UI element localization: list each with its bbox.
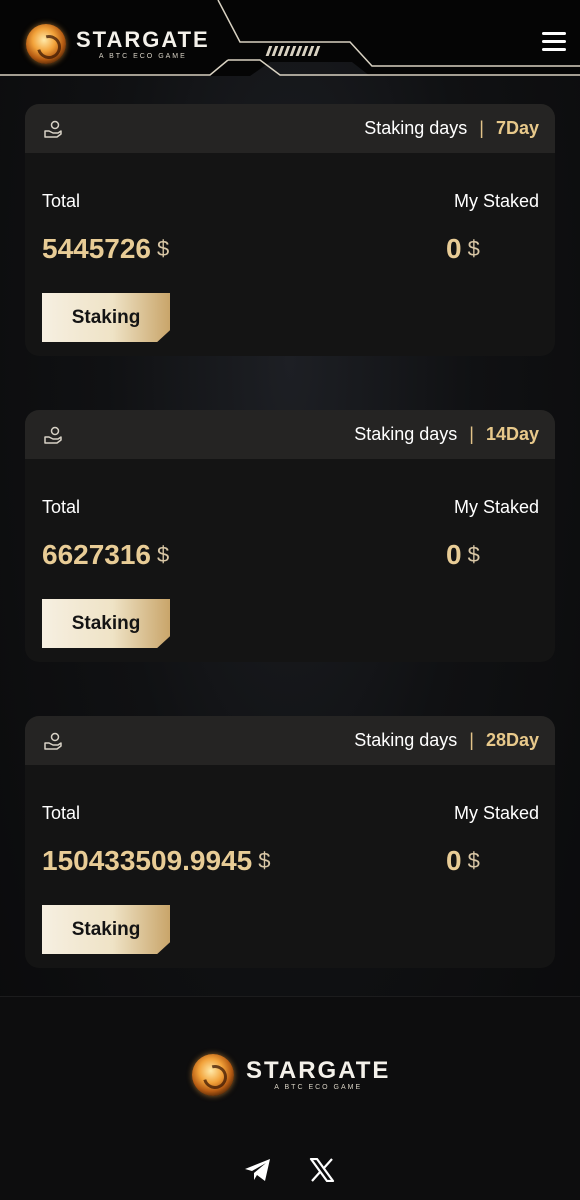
top-header: STARGATE A BTC ECO GAME	[0, 0, 580, 96]
staking-hand-coin-icon	[44, 732, 62, 750]
my-staked-label: My Staked	[453, 497, 539, 517]
brand-tagline: A BTC ECO GAME	[274, 1083, 363, 1091]
total-label: Total	[42, 497, 81, 517]
brand-name: STARGATE	[246, 1056, 391, 1084]
staking-days-label: Staking days	[354, 730, 458, 750]
hamburger-menu-icon[interactable]	[542, 32, 566, 52]
header-logo[interactable]: STARGATE A BTC ECO GAME	[26, 24, 210, 64]
token-symbol-icon: $	[467, 542, 480, 567]
stargate-logo-icon	[26, 24, 66, 64]
staking-pool-card: Staking days | 14Day Total My Staked 662…	[25, 410, 555, 662]
brand-name: STARGATE	[76, 26, 210, 52]
brand-tagline: A BTC ECO GAME	[98, 52, 187, 60]
token-symbol-icon: $	[467, 236, 480, 261]
my-staked-label: My Staked	[453, 191, 539, 211]
staking-pool-card: Staking days | 28Day Total My Staked 150…	[25, 716, 555, 968]
token-symbol-icon: $	[258, 848, 271, 873]
total-label: Total	[42, 803, 81, 823]
staking-hand-coin-icon	[44, 426, 62, 444]
card-header: Staking days | 28Day	[25, 716, 555, 765]
staking-pool-card: Staking days | 7Day Total My Staked 5445…	[25, 104, 555, 356]
staking-days-value: 7Day	[495, 118, 539, 138]
staking-days-label: Staking days	[354, 424, 458, 444]
x-icon[interactable]	[308, 1157, 336, 1183]
staking-days-label: Staking days	[364, 118, 468, 138]
total-label: Total	[42, 191, 81, 211]
my-staked-value: 0 $	[446, 539, 480, 570]
stargate-logo-icon	[192, 1054, 234, 1096]
token-symbol-icon: $	[157, 542, 170, 567]
staking-days-value: 28Day	[485, 730, 539, 750]
footer: STARGATE A BTC ECO GAME	[0, 996, 580, 1200]
my-staked-value: 0 $	[446, 233, 480, 264]
total-value: 6627316 $	[42, 539, 170, 570]
my-staked-label: My Staked	[453, 803, 539, 823]
my-staked-value: 0 $	[446, 845, 480, 876]
staking-button[interactable]: Staking	[42, 599, 170, 648]
staking-button[interactable]: Staking	[42, 293, 170, 342]
social-links	[244, 1157, 336, 1183]
staking-days-value: 14Day	[485, 424, 539, 444]
total-value: 5445726 $	[42, 233, 170, 264]
token-symbol-icon: $	[157, 236, 170, 261]
token-symbol-icon: $	[467, 848, 480, 873]
total-value: 150433509.9945 $	[42, 845, 271, 876]
staking-hand-coin-icon	[44, 120, 62, 138]
card-header: Staking days | 7Day	[25, 104, 555, 153]
staking-page: STARGATE A BTC ECO GAME Staking days | 7…	[0, 0, 580, 1200]
card-header: Staking days | 14Day	[25, 410, 555, 459]
staking-button[interactable]: Staking	[42, 905, 170, 954]
footer-logo[interactable]: STARGATE A BTC ECO GAME	[192, 1054, 390, 1096]
telegram-icon[interactable]	[244, 1157, 272, 1183]
